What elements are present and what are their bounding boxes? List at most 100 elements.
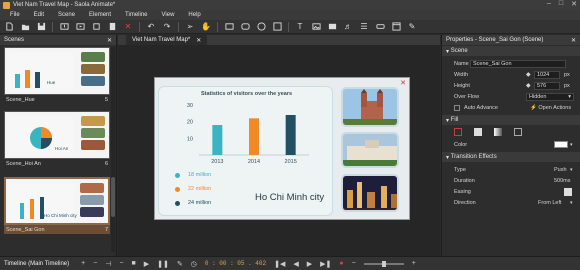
name-field[interactable]: Scene_Sai Gon: [470, 59, 566, 68]
timeline-zoom-in-icon[interactable]: +: [412, 260, 416, 267]
image-tool-icon[interactable]: [311, 22, 321, 32]
gradient-fill-icon[interactable]: [494, 128, 502, 136]
save-icon[interactable]: [36, 22, 46, 32]
ellipse-tool-icon[interactable]: [256, 22, 266, 32]
easing-row: Easing: [442, 186, 580, 197]
preview-icon[interactable]: [75, 22, 85, 32]
hand-tool-icon[interactable]: ✋: [201, 22, 211, 32]
photo-cathedral[interactable]: [341, 87, 399, 127]
tab-close-icon[interactable]: ✕: [196, 37, 201, 44]
rounded-rect-tool-icon[interactable]: [240, 22, 250, 32]
scenes-scrollbar[interactable]: [111, 47, 115, 252]
duration-value[interactable]: 500ms: [554, 178, 571, 184]
easing-curve-icon[interactable]: [564, 187, 572, 196]
goto-start-icon[interactable]: ❚◀: [274, 260, 285, 268]
timeline-bar: Timeline (Main Timeline) + − ⊣ − ■ ▶ ❚❚ …: [0, 256, 580, 270]
menu-view[interactable]: View: [162, 12, 175, 18]
iframe-tool-icon[interactable]: [391, 22, 401, 32]
video-tool-icon[interactable]: [327, 22, 337, 32]
height-field[interactable]: 576: [534, 81, 560, 90]
pen-icon[interactable]: ✎: [177, 260, 183, 268]
image-fill-icon[interactable]: [514, 128, 522, 136]
scene-canvas[interactable]: ✕ Statistics of visitors over the years …: [154, 77, 410, 220]
scene-item-sai-gon[interactable]: Ho Chi Minh city Scene_Sai Gon 7: [4, 177, 110, 234]
document-tab[interactable]: Viet Nam Travel Map* ✕: [126, 35, 208, 45]
undo-icon[interactable]: ↶: [146, 22, 156, 32]
photo-city-night[interactable]: [341, 174, 399, 212]
section-transition[interactable]: ▾ Transition Effects: [442, 152, 580, 162]
menu-help[interactable]: Help: [188, 12, 200, 18]
scene-item-hoi-an[interactable]: Hoi An Scene_Hoi An 6: [4, 111, 110, 168]
timeline-tool-icon[interactable]: ⊣: [105, 260, 111, 268]
section-fill[interactable]: ▾ Fill: [442, 115, 580, 125]
delete-icon[interactable]: ✕: [123, 22, 133, 32]
redo-icon[interactable]: ↷: [162, 22, 172, 32]
menu-file[interactable]: File: [10, 12, 20, 18]
color-swatch[interactable]: [554, 141, 568, 148]
panel-close-icon[interactable]: ✕: [571, 37, 576, 44]
clock-icon: ◷: [190, 260, 197, 268]
timeline-zoom-out-icon[interactable]: −: [352, 260, 356, 267]
thumb-city-label: Hue: [47, 80, 56, 85]
minimize-icon[interactable]: –: [547, 0, 551, 8]
container-tool-icon[interactable]: [272, 22, 282, 32]
photo-palace[interactable]: [341, 132, 399, 168]
export-icon[interactable]: [59, 22, 69, 32]
audio-tool-icon[interactable]: ♬: [343, 22, 353, 32]
overflow-label: Over Flow: [454, 93, 480, 100]
step-back-icon[interactable]: ◀: [293, 260, 298, 268]
rectangle-tool-icon[interactable]: [224, 22, 234, 32]
fill-type-row: [442, 125, 580, 139]
pause-icon[interactable]: ❚❚: [157, 260, 169, 268]
stop-icon[interactable]: ■: [132, 260, 136, 267]
type-value[interactable]: Push: [554, 167, 567, 173]
legend-dot: [175, 200, 180, 206]
copy-icon[interactable]: [91, 22, 101, 32]
auto-advance-checkbox[interactable]: [454, 104, 460, 111]
chart-container[interactable]: Statistics of visitors over the years 30…: [158, 86, 333, 216]
record-icon[interactable]: ●: [339, 260, 343, 267]
menu-scene[interactable]: Scene: [58, 12, 75, 18]
solid-fill-icon[interactable]: [474, 128, 482, 136]
close-icon[interactable]: ✕: [400, 79, 406, 87]
goto-end-icon[interactable]: ▶❚: [320, 260, 331, 268]
scenes-panel-title: Scenes: [4, 37, 25, 43]
html-widget-icon[interactable]: ☰: [359, 22, 369, 32]
select-tool-icon[interactable]: ➢: [185, 22, 195, 32]
add-icon[interactable]: +: [81, 260, 85, 267]
auto-advance-row: Auto Advance ⚡ Open Actions: [442, 102, 580, 113]
overflow-select[interactable]: Hidden ▾: [526, 92, 574, 101]
button-tool-icon[interactable]: [375, 22, 385, 32]
zoom-out-icon[interactable]: −: [119, 260, 123, 267]
close-icon[interactable]: ✕: [571, 0, 577, 8]
section-scene[interactable]: ▾ Scene: [442, 46, 580, 56]
maximize-icon[interactable]: □: [559, 0, 563, 8]
timeline-zoom-slider[interactable]: [363, 260, 404, 267]
scene-item-hue[interactable]: Hue Scene_Hue 5: [4, 47, 110, 104]
menu-element[interactable]: Element: [89, 12, 111, 18]
panel-close-icon[interactable]: ✕: [107, 37, 112, 44]
play-icon[interactable]: ▶: [144, 260, 149, 268]
chevron-down-icon[interactable]: ▾: [570, 167, 573, 173]
open-folder-icon[interactable]: [20, 22, 30, 32]
remove-icon[interactable]: −: [93, 260, 97, 267]
chevron-down-icon[interactable]: ▾: [570, 142, 573, 148]
name-label: Name: [454, 60, 469, 67]
legend-item: 24 million: [175, 200, 211, 206]
text-tool-icon[interactable]: T: [295, 22, 305, 32]
pen-tool-icon[interactable]: ✎: [407, 22, 417, 32]
canvas-stage[interactable]: ✕ Statistics of visitors over the years …: [118, 45, 440, 256]
menu-edit[interactable]: Edit: [34, 12, 44, 18]
no-fill-icon[interactable]: [454, 128, 462, 136]
new-file-icon[interactable]: [4, 22, 14, 32]
chevron-down-icon[interactable]: ▾: [570, 200, 573, 206]
link-icon[interactable]: ◆: [526, 82, 531, 89]
step-forward-icon[interactable]: ▶: [307, 260, 312, 268]
width-field[interactable]: 1024: [534, 70, 560, 79]
direction-value[interactable]: From Left: [538, 200, 562, 206]
menu-timeline[interactable]: Timeline: [125, 12, 147, 18]
paste-icon[interactable]: [107, 22, 117, 32]
direction-label: Direction: [454, 199, 476, 206]
open-actions-button[interactable]: ⚡ Open Actions: [530, 105, 571, 111]
link-icon[interactable]: ◆: [526, 71, 531, 78]
